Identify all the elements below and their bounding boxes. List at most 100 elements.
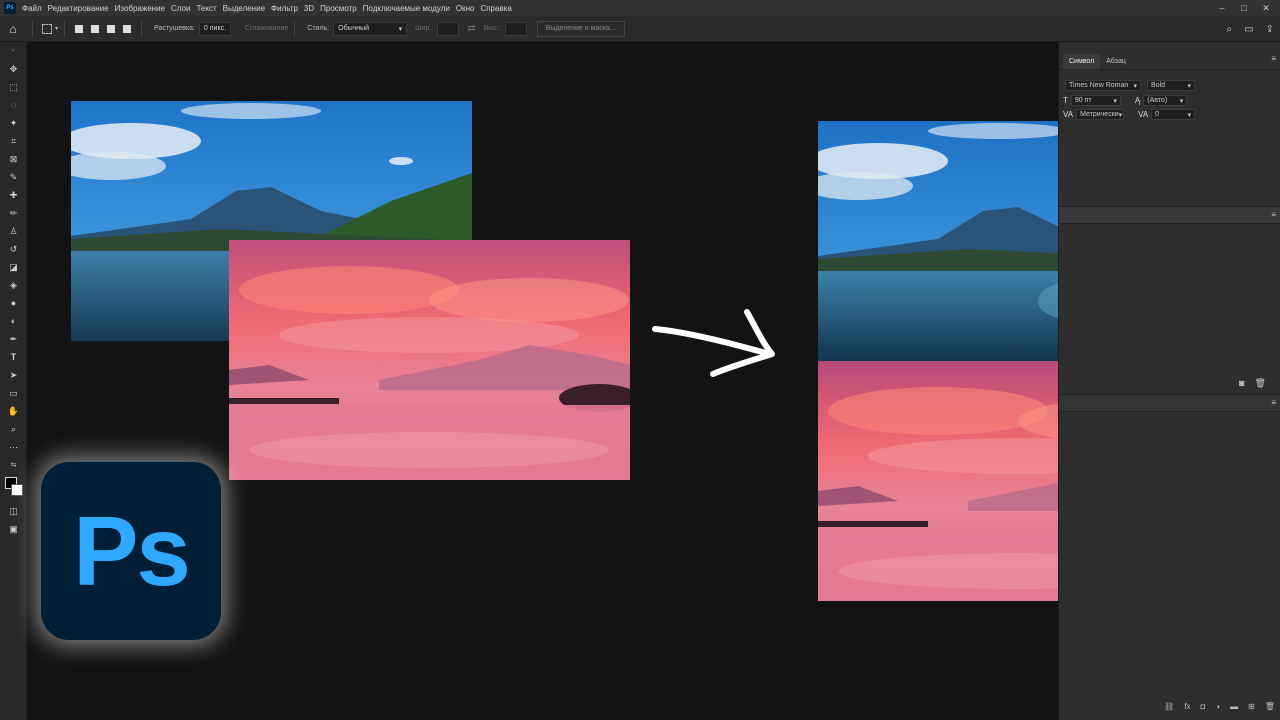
adjustment-icon[interactable]: ◑ (1215, 702, 1220, 711)
blur-tool-icon[interactable]: ● (0, 294, 27, 312)
quick-mask-icon[interactable]: ◫ (0, 502, 27, 520)
photoshop-logo: Ps (41, 462, 221, 640)
move-tool-icon[interactable]: ✥ (0, 60, 27, 78)
style-label: Стиль: (307, 25, 330, 32)
swap-icon[interactable]: ⇄ (467, 23, 475, 34)
eraser-tool-icon[interactable]: ◪ (0, 258, 27, 276)
menu-window[interactable]: Окно (456, 4, 475, 13)
menu-3d[interactable]: 3D (304, 4, 314, 13)
mask-icon[interactable]: ◘ (1200, 702, 1205, 711)
style-select[interactable]: Обычный ▾ (333, 21, 408, 36)
tools-panel: » ✥ ⬚ ◌ ✦ ⌗ ⊠ ✎ ✚ ✏ ♙ ↺ ◪ ◈ ● ◐ ✒ T ➤ ▭ … (0, 42, 27, 720)
menu-file[interactable]: Файл (22, 4, 42, 13)
font-size-icon: T (1063, 96, 1068, 105)
paint-bucket-icon[interactable]: ◈ (0, 276, 27, 294)
swap-colors-icon[interactable]: ⇆ (0, 456, 27, 474)
brush-tool-icon[interactable]: ✏ (0, 204, 27, 222)
pen-tool-icon[interactable]: ✒ (0, 330, 27, 348)
tracking-value: 0 (1155, 111, 1160, 118)
magic-wand-icon[interactable]: ✦ (0, 114, 27, 132)
minimize-icon[interactable]: – (1214, 0, 1230, 16)
lasso-tool-icon[interactable]: ◌ (0, 96, 27, 114)
shape-tool-icon[interactable]: ▭ (0, 384, 27, 402)
font-style-select[interactable]: Bold ▾ (1147, 80, 1195, 91)
menu-layers[interactable]: Слои (171, 4, 190, 13)
stamp-tool-icon[interactable]: ♙ (0, 222, 27, 240)
panel-tabs: Символ Абзац (1059, 42, 1280, 70)
color-swatches[interactable] (0, 474, 27, 502)
font-family-value: Times New Roman (1069, 82, 1129, 89)
marquee-tool-icon[interactable] (42, 23, 52, 34)
collapse-icon[interactable]: » (0, 42, 26, 60)
chevron-down-icon[interactable]: ▾ (55, 25, 58, 32)
maximize-icon[interactable]: □ (1236, 0, 1252, 16)
dodge-tool-icon[interactable]: ◐ (0, 312, 27, 330)
new-layer-icon[interactable]: ⊞ (1248, 702, 1255, 711)
height-input[interactable] (504, 21, 527, 36)
properties-panel: Символ Абзац Times New Roman ▾ Bold ▾ T 90… (1058, 42, 1280, 720)
crop-tool-icon[interactable]: ⌗ (0, 132, 27, 150)
path-select-icon[interactable]: ➤ (0, 366, 27, 384)
type-tool-icon[interactable]: T (0, 348, 27, 366)
workspace-icon[interactable]: ▭ (1244, 24, 1253, 35)
eyedropper-icon[interactable]: ✎ (0, 168, 27, 186)
panel-menu-icon[interactable]: ≡ (1271, 210, 1276, 219)
new-selection-icon[interactable] (75, 24, 84, 33)
folder-icon[interactable]: ▬ (1230, 702, 1238, 711)
camera-icon[interactable]: ◙ (1239, 378, 1244, 389)
trash-icon[interactable]: 🗑 (1265, 702, 1275, 711)
add-selection-icon[interactable] (91, 24, 100, 33)
adjustments-panel-header (1059, 394, 1280, 412)
close-icon[interactable]: ✕ (1258, 0, 1274, 16)
history-brush-icon[interactable]: ↺ (0, 240, 27, 258)
more-tools-icon[interactable]: ⋯ (0, 438, 27, 456)
chevron-down-icon: ▾ (1187, 82, 1191, 90)
menu-type[interactable]: Текст (196, 4, 216, 13)
tab-paragraph[interactable]: Абзац (1100, 54, 1132, 69)
screen-mode-icon[interactable]: ▣ (0, 520, 27, 538)
font-style-value: Bold (1151, 82, 1166, 89)
search-icon[interactable]: ⌕ (1227, 24, 1233, 35)
link-icon[interactable]: ⛓ (1164, 702, 1174, 711)
marquee-tool-icon[interactable]: ⬚ (0, 78, 27, 96)
chevron-down-icon: ▾ (1113, 97, 1117, 105)
zoom-tool-icon[interactable]: ⌕ (0, 420, 27, 438)
chevron-down-icon: ▾ (1187, 111, 1192, 119)
width-input[interactable] (437, 21, 460, 36)
menu-image[interactable]: Изображение (115, 4, 165, 13)
app-icon[interactable]: Ps (4, 2, 16, 14)
menu-view[interactable]: Просмотр (320, 4, 357, 13)
healing-brush-icon[interactable]: ✚ (0, 186, 27, 204)
menu-help[interactable]: Справка (480, 4, 511, 13)
select-mask-button[interactable]: Выделение и маска... (536, 20, 625, 37)
chevron-down-icon: ▾ (398, 25, 403, 33)
logo-text: Ps (73, 495, 191, 606)
divider (294, 20, 296, 37)
antialias-checkbox[interactable]: Сглаживание (245, 25, 288, 32)
leading-select[interactable]: (Авто) ▾ (1143, 95, 1188, 106)
feather-label: Растушевка: (154, 25, 195, 32)
menu-plugins[interactable]: Подключаемые модули (363, 4, 450, 13)
tracking-select[interactable]: 0 ▾ (1151, 109, 1196, 120)
menu-edit[interactable]: Редактирование (48, 4, 109, 13)
fx-icon[interactable]: fx (1184, 702, 1190, 711)
subtract-selection-icon[interactable] (107, 24, 116, 33)
font-size-select[interactable]: 90 пт ▾ (1070, 95, 1121, 106)
menu-select[interactable]: Выделение (223, 4, 265, 13)
menu-filter[interactable]: Фильтр (271, 4, 298, 13)
frame-tool-icon[interactable]: ⊠ (0, 150, 27, 168)
font-family-select[interactable]: Times New Roman ▾ (1065, 80, 1141, 91)
kerning-select[interactable]: Метрически ▾ (1076, 109, 1125, 120)
home-icon[interactable]: ⌂ (0, 16, 26, 42)
tab-character[interactable]: Символ (1063, 54, 1101, 69)
feather-input[interactable]: 0 пикс. (198, 21, 232, 36)
panel-menu-icon[interactable]: ≡ (1271, 54, 1276, 63)
layers-panel-header (1059, 206, 1280, 224)
panel-actions: ◙ 🗑 (1239, 378, 1266, 389)
font-size-value: 90 пт (1074, 97, 1092, 104)
trash-icon[interactable]: 🗑 (1254, 378, 1265, 389)
intersect-selection-icon[interactable] (123, 24, 132, 33)
panel-menu-icon[interactable]: ≡ (1271, 398, 1276, 407)
share-icon[interactable]: ⇪ (1266, 24, 1274, 35)
hand-tool-icon[interactable]: ✋ (0, 402, 27, 420)
